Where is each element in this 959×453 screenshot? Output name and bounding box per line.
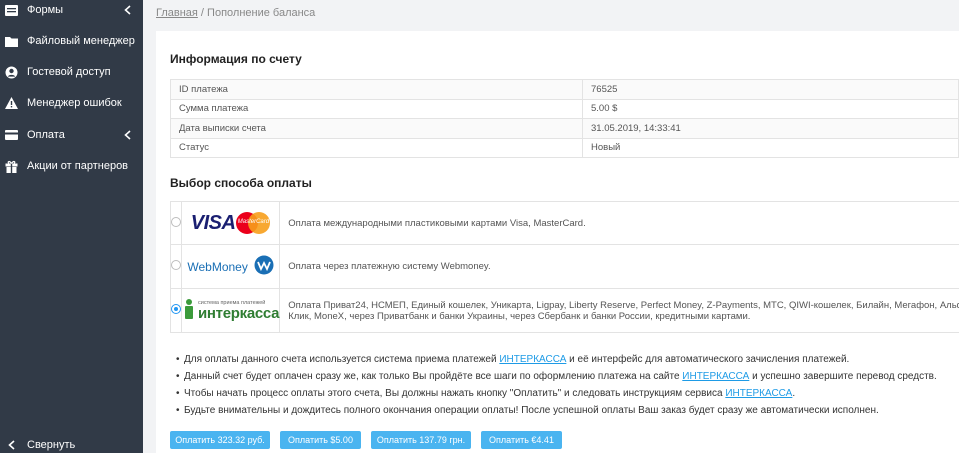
sidebar-item-label: Менеджер ошибок bbox=[27, 97, 122, 109]
payment-description: Оплата Приват24, НСМЕП, Единый кошелек, … bbox=[279, 288, 959, 333]
user-circle-icon bbox=[4, 65, 18, 79]
table-row: Дата выписки счета 31.05.2019, 14:33:41 bbox=[170, 118, 959, 139]
interkassa-link[interactable]: ИНТЕРКАССА bbox=[682, 371, 749, 382]
interkassa-logo-text: интеркасса bbox=[198, 305, 280, 322]
note-text: Будьте внимательны и дождитесь полного о… bbox=[184, 405, 879, 416]
payment-radio-interkassa[interactable] bbox=[171, 304, 181, 314]
pay-usd-button[interactable]: Оплатить $5.00 bbox=[280, 431, 361, 449]
sidebar-item-payment[interactable]: Оплата bbox=[0, 124, 143, 146]
payment-description-line: Клик, MoneX, через Приватбанк и банки Ук… bbox=[288, 310, 751, 322]
list-item: Данный счет будет оплачен сразу же, как … bbox=[176, 368, 956, 385]
note-text: Для оплаты данного счета используется си… bbox=[184, 354, 500, 365]
interkassa-link[interactable]: ИНТЕРКАССА bbox=[499, 354, 566, 365]
payment-option-visa[interactable]: VISA MasterCard Оплата международными пл… bbox=[170, 201, 959, 245]
main-card: Информация по счету ID платежа 76525 Сум… bbox=[156, 31, 959, 453]
pay-uah-button[interactable]: Оплатить 137.79 грн. bbox=[371, 431, 471, 449]
payment-methods-table: VISA MasterCard Оплата международными пл… bbox=[170, 201, 959, 333]
info-value: Новый bbox=[582, 137, 959, 158]
payment-radio-webmoney[interactable] bbox=[171, 260, 181, 270]
payment-description: Оплата через платежную систему Webmoney. bbox=[279, 244, 959, 289]
info-value: 31.05.2019, 14:33:41 bbox=[582, 118, 959, 139]
sidebar-item-label: Гостевой доступ bbox=[27, 66, 111, 78]
interkassa-icon bbox=[182, 298, 196, 323]
interkassa-link[interactable]: ИНТЕРКАССА bbox=[725, 388, 792, 399]
account-info-title: Информация по счету bbox=[170, 52, 302, 66]
payment-option-interkassa[interactable]: система приема платежей интеркасса Оплат… bbox=[170, 288, 959, 333]
info-label: Сумма платежа bbox=[170, 98, 583, 119]
warning-icon bbox=[4, 96, 18, 110]
radio-cell[interactable] bbox=[170, 288, 182, 333]
sidebar-item-guest-access[interactable]: Гостевой доступ bbox=[0, 61, 143, 83]
sidebar-item-forms[interactable]: Формы bbox=[0, 0, 143, 21]
collapse-label: Свернуть bbox=[27, 439, 76, 451]
info-label: ID платежа bbox=[170, 79, 583, 100]
info-label: Дата выписки счета bbox=[170, 118, 583, 139]
file-manager-icon bbox=[4, 34, 18, 48]
table-row: Сумма платежа 5.00 $ bbox=[170, 98, 959, 119]
breadcrumb-current: Пополнение баланса bbox=[207, 7, 316, 19]
sidebar-item-partner-offers[interactable]: Акции от партнеров bbox=[0, 155, 143, 177]
visa-logo-text: VISA bbox=[190, 211, 236, 234]
info-label: Статус bbox=[170, 137, 583, 158]
chevron-left-icon bbox=[122, 130, 132, 140]
radio-cell[interactable] bbox=[170, 201, 182, 245]
payment-description: Оплата международными пластиковыми карта… bbox=[279, 201, 959, 245]
breadcrumb: Главная / Пополнение баланса bbox=[156, 7, 315, 19]
logo-cell: система приема платежей интеркасса bbox=[180, 288, 281, 333]
breadcrumb-separator: / bbox=[197, 7, 208, 19]
mastercard-icon: MasterCard bbox=[236, 212, 271, 234]
logo-cell: VISA MasterCard bbox=[180, 201, 281, 245]
list-item: Будьте внимательны и дождитесь полного о… bbox=[176, 402, 956, 419]
payment-description-line: Оплата Приват24, НСМЕП, Единый кошелек, … bbox=[288, 299, 959, 311]
note-text: и её интерфейс для автоматического зачис… bbox=[566, 354, 850, 365]
credit-card-icon bbox=[4, 128, 18, 142]
list-item: Для оплаты данного счета используется си… bbox=[176, 351, 956, 368]
note-text: . bbox=[792, 388, 796, 399]
sidebar-item-error-manager[interactable]: Менеджер ошибок bbox=[0, 92, 143, 114]
gift-icon bbox=[4, 159, 18, 173]
list-item: Чтобы начать процесс оплаты этого счета,… bbox=[176, 385, 956, 402]
sidebar-item-file-manager[interactable]: Файловый менеджер bbox=[0, 30, 143, 52]
sidebar-collapse-button[interactable]: Свернуть bbox=[0, 436, 143, 453]
chevron-left-icon bbox=[122, 5, 132, 15]
interkassa-logo: система приема платежей интеркасса bbox=[182, 298, 280, 323]
sidebar: Формы Файловый менеджер Гостевой доступ … bbox=[0, 0, 143, 453]
note-text: и успешно завершите перевод средств. bbox=[749, 371, 937, 382]
payment-option-webmoney[interactable]: WebMoney Оплата через платежную систему … bbox=[170, 244, 959, 289]
logo-cell: WebMoney bbox=[180, 244, 281, 289]
pay-eur-button[interactable]: Оплатить €4.41 bbox=[481, 431, 562, 449]
info-value: 5.00 $ bbox=[582, 98, 959, 119]
sidebar-item-label: Акции от партнеров bbox=[27, 160, 129, 172]
table-row: ID платежа 76525 bbox=[170, 79, 959, 100]
visa-mastercard-logo: VISA MasterCard bbox=[182, 212, 279, 235]
info-value: 76525 bbox=[582, 79, 959, 100]
table-row: Статус Новый bbox=[170, 137, 959, 158]
payment-radio-visa[interactable] bbox=[171, 216, 181, 227]
webmoney-logo: WebMoney bbox=[182, 255, 279, 278]
radio-cell[interactable] bbox=[170, 244, 182, 289]
breadcrumb-home-link[interactable]: Главная bbox=[156, 7, 198, 19]
sidebar-item-label: Оплата bbox=[27, 129, 65, 141]
payment-methods-title: Выбор способа оплаты bbox=[170, 176, 312, 190]
webmoney-logo-text: WebMoney bbox=[187, 259, 248, 274]
mastercard-logo-text: MasterCard bbox=[237, 219, 270, 225]
sidebar-item-label: Формы bbox=[27, 4, 64, 16]
payment-notes: Для оплаты данного счета используется си… bbox=[176, 351, 956, 419]
pay-rub-button[interactable]: Оплатить 323.32 руб. bbox=[170, 431, 270, 449]
forms-icon bbox=[4, 3, 18, 17]
webmoney-globe-icon bbox=[254, 255, 274, 278]
sidebar-item-label: Файловый менеджер bbox=[27, 35, 135, 47]
account-info-table: ID платежа 76525 Сумма платежа 5.00 $ Да… bbox=[170, 79, 959, 158]
note-text: Данный счет будет оплачен сразу же, как … bbox=[184, 371, 683, 382]
chevron-left-icon bbox=[4, 438, 18, 452]
note-text: Чтобы начать процесс оплаты этого счета,… bbox=[184, 388, 726, 399]
